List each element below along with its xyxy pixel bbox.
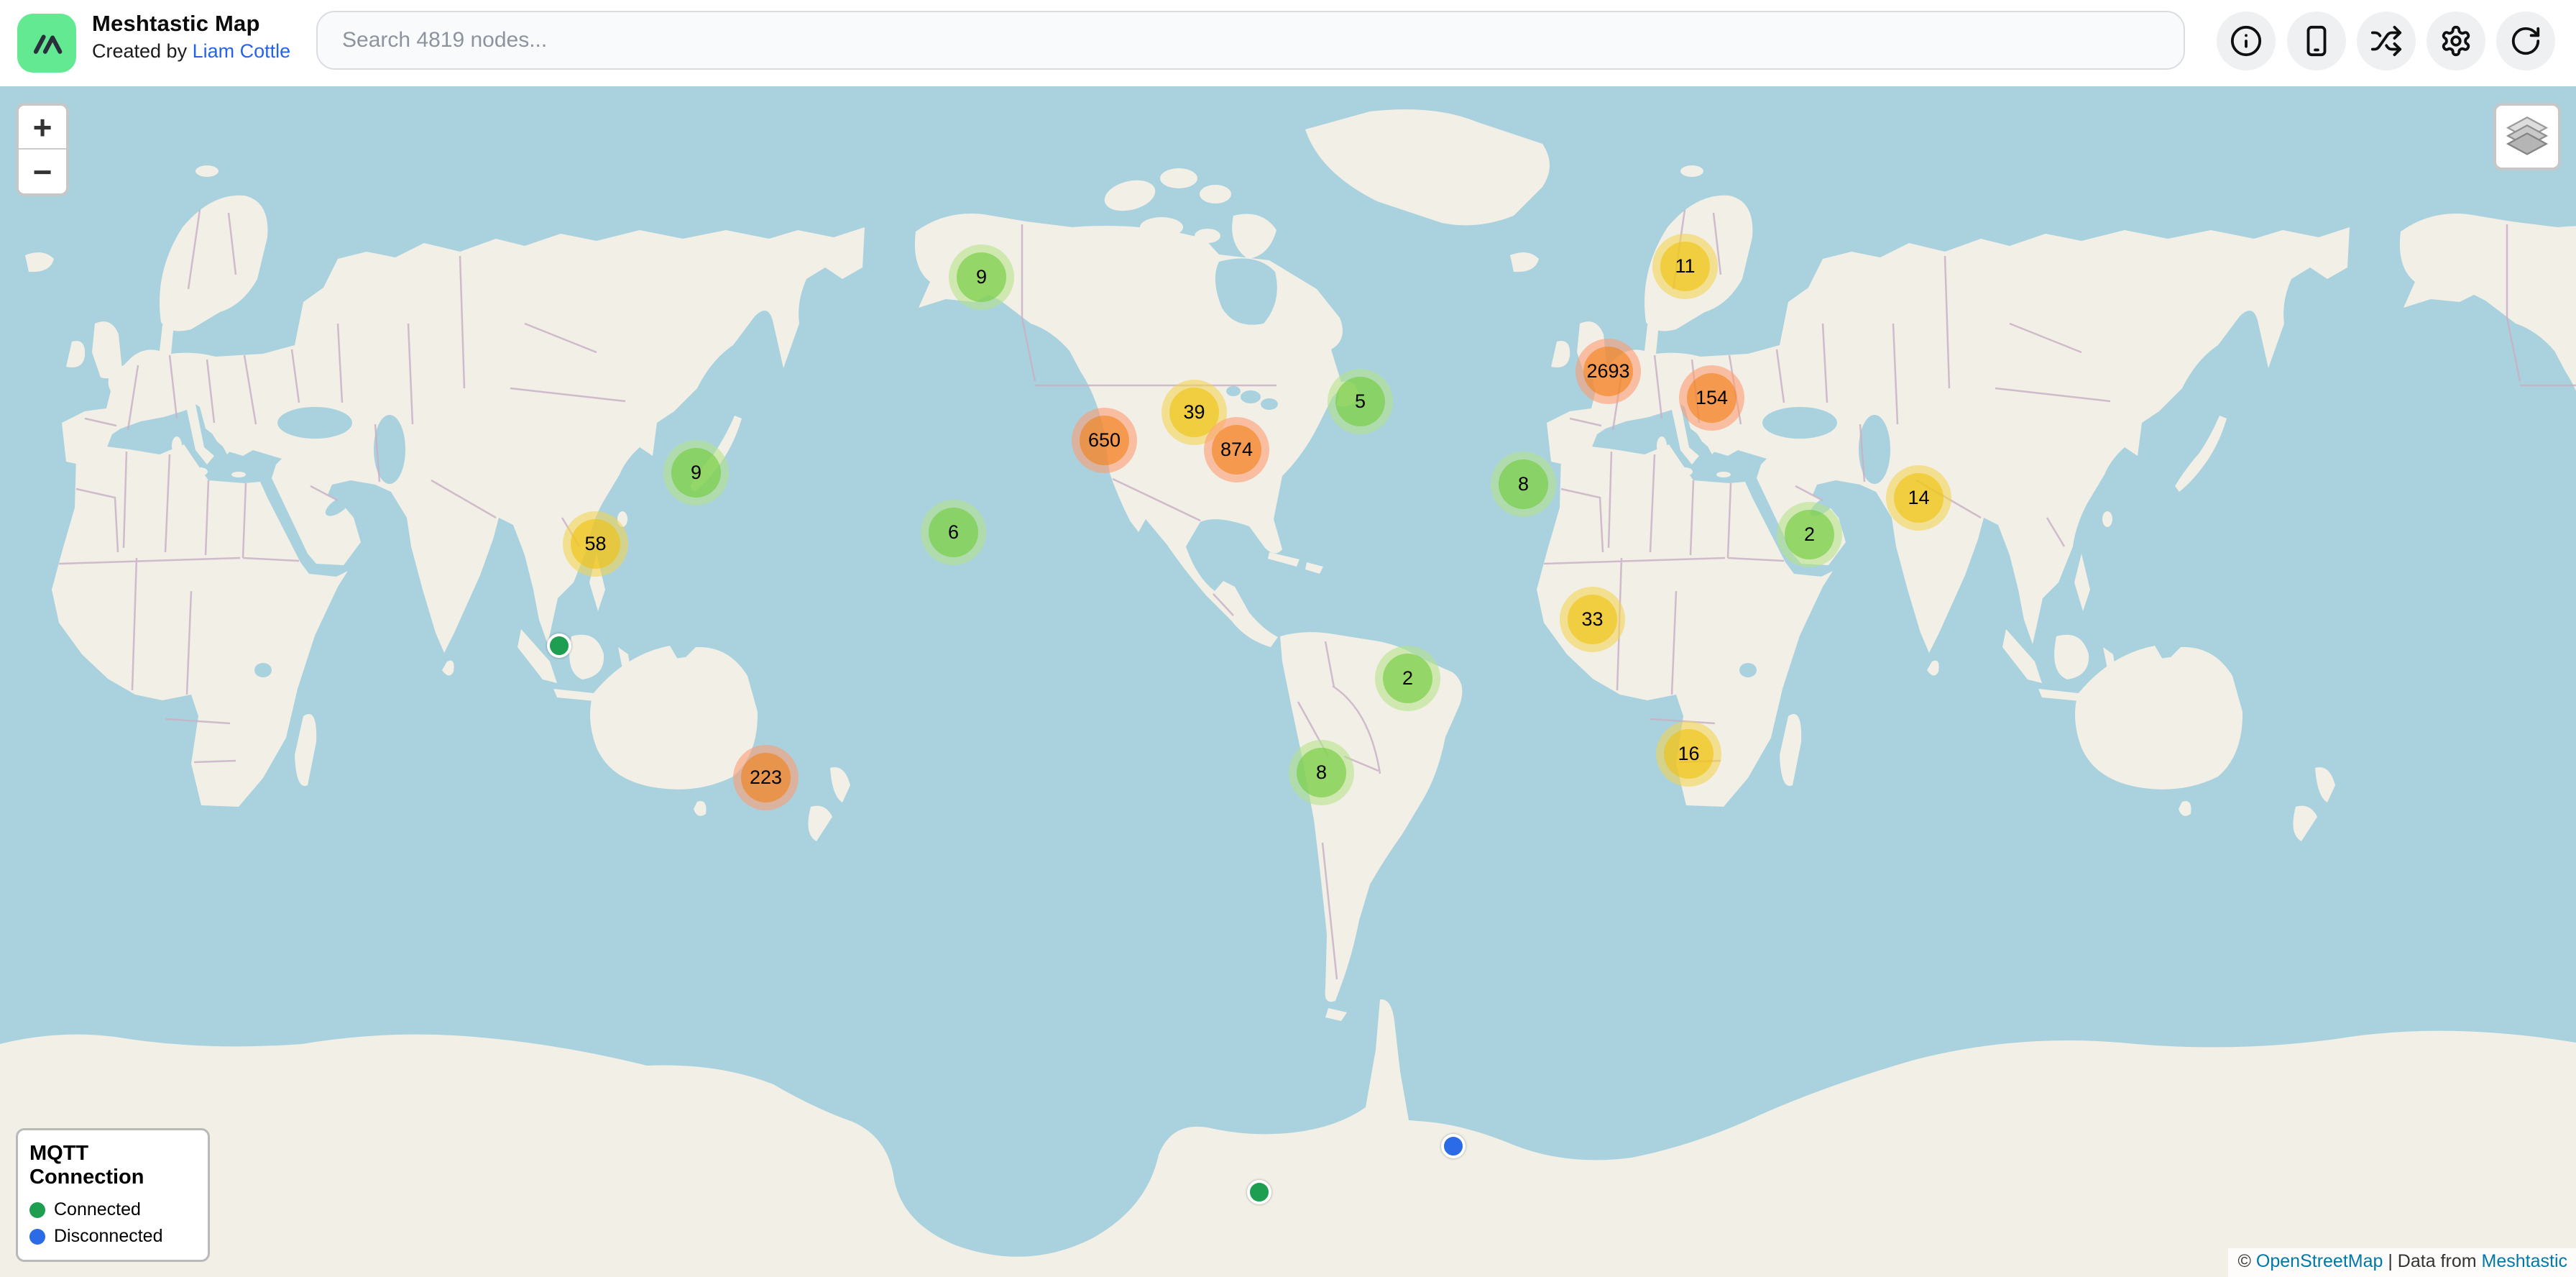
cluster-marker[interactable]: 650 [1072, 408, 1137, 473]
connected-dot [29, 1202, 45, 1218]
meshtastic-link[interactable]: Meshtastic [2482, 1251, 2567, 1271]
node-marker-disconnected[interactable] [1441, 1134, 1466, 1158]
world-map[interactable] [0, 86, 2576, 1277]
random-node-button[interactable] [2357, 12, 2416, 70]
node-marker-connected[interactable] [547, 633, 571, 658]
cluster-marker[interactable]: 2693 [1576, 339, 1641, 404]
cluster-marker[interactable]: 6 [921, 500, 986, 565]
info-button[interactable] [2217, 12, 2276, 70]
byline: Created by Liam Cottle [92, 40, 290, 63]
disconnected-dot [29, 1229, 45, 1245]
refresh-icon [2509, 24, 2542, 58]
settings-button[interactable] [2426, 12, 2485, 70]
legend-title: MQTT Connection [29, 1142, 196, 1189]
mqtt-legend: MQTT Connection Connected Disconnected [16, 1128, 210, 1262]
legend-label: Connected [54, 1199, 141, 1220]
settings-gear-icon [2439, 24, 2472, 58]
meshtastic-logo-icon [28, 24, 65, 62]
cluster-marker[interactable]: 16 [1656, 721, 1721, 787]
legend-label: Disconnected [54, 1226, 162, 1247]
cluster-marker[interactable]: 154 [1679, 365, 1744, 431]
cluster-marker[interactable]: 5 [1328, 369, 1393, 434]
smartphone-icon [2300, 24, 2333, 58]
layers-icon [2506, 116, 2548, 157]
cluster-marker[interactable]: 9 [949, 244, 1014, 310]
author-link[interactable]: Liam Cottle [193, 40, 291, 62]
title-block: Meshtastic Map Created by Liam Cottle [92, 10, 290, 63]
zoom-out-button[interactable]: − [19, 150, 66, 193]
osm-link[interactable]: OpenStreetMap [2256, 1251, 2383, 1271]
page-title: Meshtastic Map [92, 10, 290, 37]
meshtastic-logo [17, 14, 76, 73]
mobile-app-button[interactable] [2287, 12, 2346, 70]
shuffle-icon [2370, 24, 2403, 58]
cluster-marker[interactable]: 14 [1886, 465, 1951, 531]
layers-control[interactable] [2493, 103, 2561, 170]
node-marker-connected[interactable] [1247, 1180, 1271, 1204]
zoom-in-button[interactable]: + [19, 106, 66, 150]
cluster-marker[interactable]: 8 [1289, 740, 1354, 805]
map-canvas[interactable]: 589223696503987485283326931116154214 + −… [0, 86, 2576, 1277]
search-input[interactable] [316, 11, 2185, 70]
cluster-marker[interactable]: 11 [1652, 234, 1718, 299]
cluster-marker[interactable]: 223 [733, 745, 799, 810]
top-bar: Meshtastic Map Created by Liam Cottle [0, 0, 2576, 86]
cluster-marker[interactable]: 8 [1491, 452, 1556, 517]
cluster-marker[interactable]: 2 [1375, 646, 1440, 711]
cluster-marker[interactable]: 9 [663, 440, 729, 505]
map-attribution: © OpenStreetMap | Data from Meshtastic [2228, 1248, 2576, 1277]
info-icon [2230, 24, 2263, 58]
cluster-marker[interactable]: 874 [1204, 417, 1269, 482]
refresh-button[interactable] [2496, 12, 2555, 70]
legend-item-disconnected: Disconnected [29, 1226, 196, 1247]
cluster-marker[interactable]: 58 [563, 511, 628, 577]
legend-item-connected: Connected [29, 1199, 196, 1220]
cluster-marker[interactable]: 2 [1777, 502, 1842, 567]
cluster-marker[interactable]: 33 [1560, 587, 1625, 652]
attribution-middle: | Data from [2383, 1251, 2481, 1271]
zoom-control: + − [16, 103, 69, 196]
byline-prefix: Created by [92, 40, 193, 62]
attribution-copyright: © [2238, 1251, 2256, 1271]
